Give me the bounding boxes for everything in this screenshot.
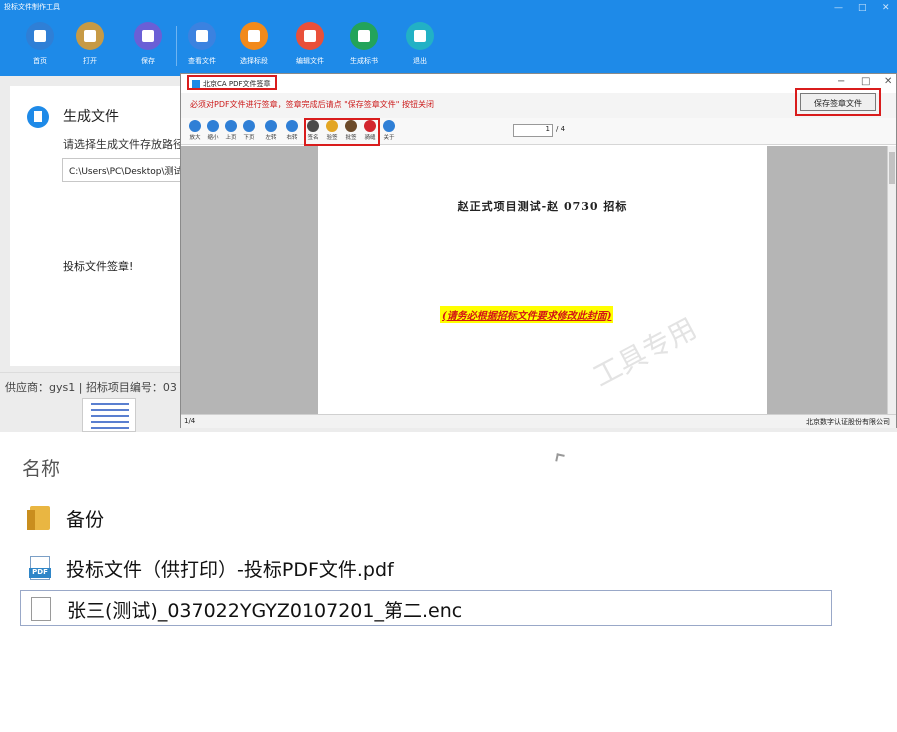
file-row-enc[interactable]: 张三(测试)_037022YGYZ0107201_第二.enc bbox=[20, 590, 832, 626]
vertical-scrollbar[interactable] bbox=[887, 146, 896, 414]
project-number-label: 招标项目编号：03 bbox=[85, 381, 177, 394]
zoom-out-label: 缩小 bbox=[207, 135, 219, 141]
select-section-label: 选择标段 bbox=[240, 57, 268, 65]
rotate-left-button[interactable]: 左转 bbox=[263, 120, 279, 141]
file-name: 投标文件（供打印）-投标PDF文件.pdf bbox=[66, 559, 394, 581]
sign-tools-highlight bbox=[304, 118, 380, 146]
ca-notice-bar: 必须对PDF文件进行签章，签章完成后请点 "保存签章文件" 按钮关闭 bbox=[181, 93, 896, 118]
file-row-pdf[interactable]: PDF 投标文件（供打印）-投标PDF文件.pdf bbox=[20, 550, 832, 586]
exit-label: 退出 bbox=[413, 57, 427, 65]
folder-open-icon bbox=[76, 22, 104, 50]
page-down-icon bbox=[243, 120, 255, 132]
ca-title-text: 北京CA PDF文件签章 bbox=[203, 80, 271, 88]
sign-status-label: 投标文件签章! bbox=[63, 260, 134, 273]
zoom-out-button[interactable]: 缩小 bbox=[205, 120, 221, 141]
company-label: 北京数字认证股份有限公司 bbox=[806, 418, 890, 426]
page-up-label: 上页 bbox=[225, 135, 237, 141]
app-title: 投标文件制作工具 bbox=[4, 3, 60, 11]
mouse-cursor-icon bbox=[555, 453, 565, 463]
ca-minimize-button[interactable]: − bbox=[837, 76, 845, 87]
select-section-icon bbox=[240, 22, 268, 50]
rotate-right-label: 右转 bbox=[286, 135, 298, 141]
pdf-file-icon: PDF bbox=[29, 556, 51, 580]
view-file-button[interactable]: 查看文件 bbox=[176, 18, 228, 74]
ca-maximize-button[interactable]: □ bbox=[861, 76, 870, 87]
app-header: 投标文件制作工具 — □ ✕ 首页 打开 保存 查看文件 选择标段 编辑文件 生… bbox=[0, 0, 897, 76]
info-icon bbox=[383, 120, 395, 132]
save-signed-file-button[interactable]: 保存签章文件 bbox=[800, 93, 876, 111]
ca-app-icon bbox=[192, 80, 200, 88]
close-button[interactable]: ✕ bbox=[882, 3, 890, 13]
page-down-label: 下页 bbox=[243, 135, 255, 141]
save-signed-file-highlight: 保存签章文件 bbox=[795, 88, 881, 116]
name-column-header[interactable]: 名称 bbox=[22, 454, 60, 481]
zoom-in-label: 放大 bbox=[189, 135, 201, 141]
pdf-viewer: 赵正式项目测试-赵 0730 招标 (请务必根据招标文件要求修改此封面) 工具专… bbox=[181, 146, 896, 414]
generate-bid-icon bbox=[350, 22, 378, 50]
generate-file-panel: 生成文件 请选择生成文件存放路径 C:\Users\PC\Desktop\测试 … bbox=[10, 86, 202, 366]
page-number-input[interactable]: 1 bbox=[513, 124, 553, 137]
exit-icon bbox=[406, 22, 434, 50]
rotate-left-label: 左转 bbox=[265, 135, 277, 141]
exit-button[interactable]: 退出 bbox=[394, 18, 446, 74]
save-label: 保存 bbox=[141, 57, 155, 65]
document-icon bbox=[27, 106, 49, 128]
zoom-in-button[interactable]: 放大 bbox=[187, 120, 203, 141]
page-up-icon bbox=[225, 120, 237, 132]
open-button[interactable]: 打开 bbox=[64, 18, 116, 74]
edit-file-label: 编辑文件 bbox=[296, 57, 324, 65]
about-label: 关于 bbox=[383, 135, 395, 141]
maximize-button[interactable]: □ bbox=[858, 3, 867, 13]
zoom-in-icon bbox=[189, 120, 201, 132]
app-status-bar: 供应商：gys1 | 招标项目编号：03 bbox=[0, 372, 180, 398]
page-total: / 4 bbox=[556, 125, 566, 133]
path-hint: 请选择生成文件存放路径 bbox=[63, 138, 184, 151]
minimize-button[interactable]: — bbox=[834, 3, 843, 13]
rotate-right-button[interactable]: 右转 bbox=[284, 120, 300, 141]
ca-sign-window: 北京CA PDF文件签章 − □ ✕ 必须对PDF文件进行签章，签章完成后请点 … bbox=[180, 73, 897, 428]
rotate-right-icon bbox=[286, 120, 298, 132]
save-icon bbox=[134, 22, 162, 50]
pdf-page: 赵正式项目测试-赵 0730 招标 (请务必根据招标文件要求修改此封面) 工具专… bbox=[318, 146, 767, 414]
file-name: 张三(测试)_037022YGYZ0107201_第二.enc bbox=[67, 600, 463, 622]
view-file-label: 查看文件 bbox=[188, 57, 216, 65]
file-name: 备份 bbox=[66, 509, 105, 531]
ca-status-bar: 1/4 北京数字认证股份有限公司 bbox=[181, 414, 896, 428]
save-button[interactable]: 保存 bbox=[122, 18, 174, 74]
home-button[interactable]: 首页 bbox=[14, 18, 66, 74]
ca-close-button[interactable]: ✕ bbox=[884, 76, 892, 87]
open-label: 打开 bbox=[83, 57, 97, 65]
scrollbar-thumb[interactable] bbox=[889, 152, 895, 184]
status-divider: | bbox=[78, 381, 86, 394]
file-explorer: 名称 备份 PDF 投标文件（供打印）-投标PDF文件.pdf 张三(测试)_0… bbox=[0, 432, 897, 732]
home-icon bbox=[26, 22, 54, 50]
folder-icon bbox=[27, 506, 50, 530]
generate-bid-button[interactable]: 生成标书 bbox=[338, 18, 390, 74]
edit-file-button[interactable]: 编辑文件 bbox=[284, 18, 336, 74]
supplier-label: 供应商：gys1 bbox=[5, 381, 76, 394]
zoom-out-icon bbox=[207, 120, 219, 132]
ca-titlebar: 北京CA PDF文件签章 − □ ✕ bbox=[181, 74, 896, 92]
edit-file-icon bbox=[296, 22, 324, 50]
about-button[interactable]: 关于 bbox=[381, 120, 397, 141]
cover-edit-note: (请务必根据招标文件要求修改此封面) bbox=[440, 306, 614, 323]
status-page-indicator: 1/4 bbox=[184, 417, 196, 425]
page-up-button[interactable]: 上页 bbox=[223, 120, 239, 141]
thumbnail-preview bbox=[82, 398, 136, 432]
enc-file-icon bbox=[31, 597, 51, 621]
rotate-left-icon bbox=[265, 120, 277, 132]
sign-instruction: 必须对PDF文件进行签章，签章完成后请点 "保存签章文件" 按钮关闭 bbox=[190, 100, 435, 109]
page-down-button[interactable]: 下页 bbox=[241, 120, 257, 141]
bid-maker-app: 投标文件制作工具 — □ ✕ 首页 打开 保存 查看文件 选择标段 编辑文件 生… bbox=[0, 0, 897, 432]
file-row-backup[interactable]: 备份 bbox=[20, 500, 832, 536]
ca-window-title: 北京CA PDF文件签章 bbox=[187, 75, 277, 90]
select-section-button[interactable]: 选择标段 bbox=[228, 18, 280, 74]
panel-title: 生成文件 bbox=[63, 109, 119, 125]
home-label: 首页 bbox=[33, 57, 47, 65]
document-heading: 赵正式项目测试-赵 0730 招标 bbox=[457, 200, 628, 213]
view-file-icon bbox=[188, 22, 216, 50]
generate-bid-label: 生成标书 bbox=[350, 57, 378, 65]
